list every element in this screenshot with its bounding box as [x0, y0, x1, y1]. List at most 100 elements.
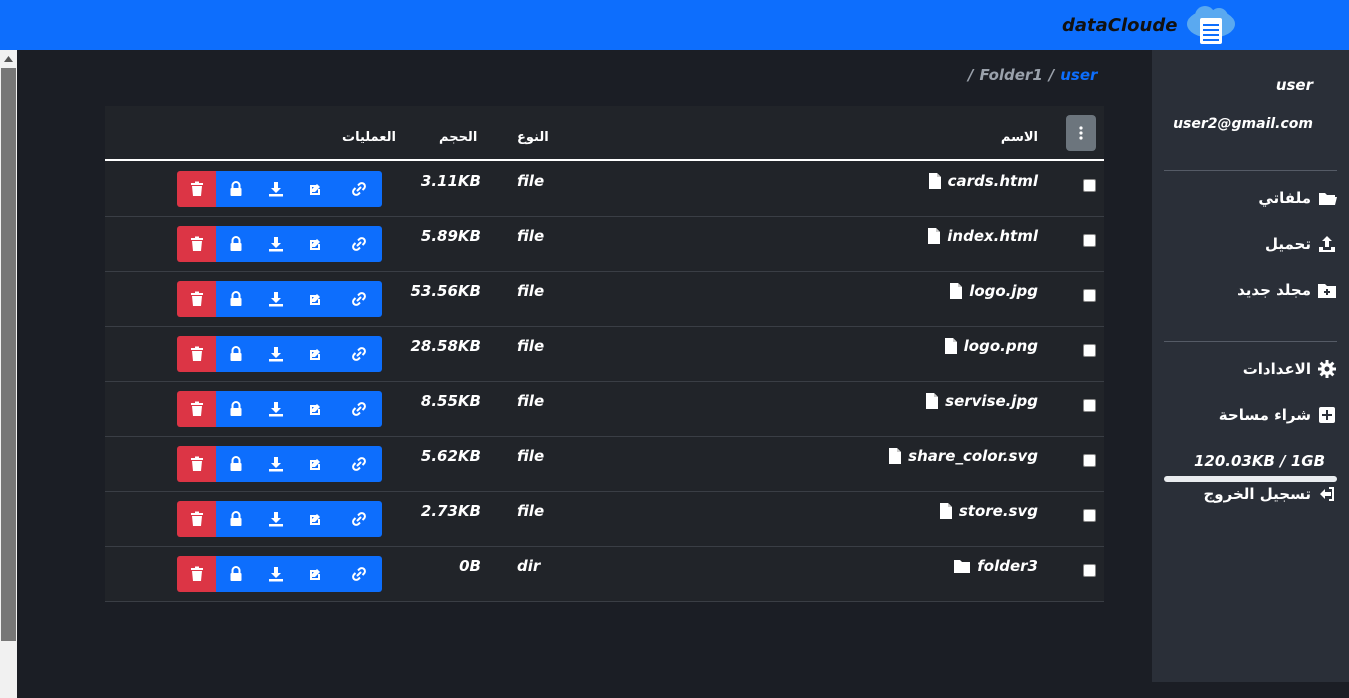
rename-button[interactable]: [296, 501, 336, 537]
lock-button[interactable]: [216, 281, 256, 317]
scroll-thumb[interactable]: [1, 68, 16, 641]
share-link-button[interactable]: [336, 556, 382, 592]
rename-button[interactable]: [296, 171, 336, 207]
delete-button[interactable]: [177, 556, 216, 592]
delete-button[interactable]: [177, 226, 216, 262]
download-button[interactable]: [256, 336, 296, 372]
file-name-cell[interactable]: store.svg: [939, 502, 1038, 520]
edit-icon: [310, 459, 320, 470]
file-type: file: [517, 447, 545, 465]
rename-button[interactable]: [296, 391, 336, 427]
file-name-cell[interactable]: folder3: [953, 557, 1038, 575]
lock-icon: [230, 236, 242, 251]
brand-name[interactable]: dataCloude: [1062, 15, 1177, 36]
row-operations: [177, 281, 382, 317]
link-icon: [352, 237, 366, 251]
row-checkbox[interactable]: [1083, 454, 1096, 467]
sidebar-item-label: تسجيل الخروج: [1203, 485, 1312, 503]
download-button[interactable]: [256, 391, 296, 427]
scrollbar[interactable]: [0, 50, 17, 698]
share-link-button[interactable]: [336, 446, 382, 482]
sidebar-item-my-files[interactable]: ملفاتي: [1258, 188, 1337, 208]
lock-button[interactable]: [216, 501, 256, 537]
row-checkbox[interactable]: [1083, 234, 1096, 247]
row-checkbox[interactable]: [1083, 509, 1096, 522]
file-name-cell[interactable]: share_color.svg: [888, 447, 1038, 465]
file-size: 5.89KB: [420, 227, 481, 245]
file-name-cell[interactable]: cards.html: [928, 172, 1038, 190]
lock-button[interactable]: [216, 391, 256, 427]
file-type: file: [517, 337, 545, 355]
trash-icon: [190, 566, 203, 581]
row-checkbox[interactable]: [1083, 399, 1096, 412]
download-button[interactable]: [256, 226, 296, 262]
link-icon: [352, 292, 366, 306]
breadcrumb-folder1[interactable]: Folder1: [979, 66, 1042, 84]
download-button[interactable]: [256, 501, 296, 537]
scroll-up-arrow-icon[interactable]: [0, 50, 17, 67]
sidebar-item-buy-space[interactable]: شراء مساحة: [1219, 405, 1337, 425]
header-name: الاسم: [1000, 130, 1038, 145]
table-row: logo.jpg file 53.56KB: [105, 272, 1104, 327]
file-name[interactable]: logo.jpg: [969, 282, 1038, 300]
sidebar-item-settings[interactable]: الاعدادات: [1243, 359, 1337, 379]
link-icon: [352, 347, 366, 361]
breadcrumb-user[interactable]: user: [1060, 66, 1097, 84]
row-checkbox[interactable]: [1083, 344, 1096, 357]
download-button[interactable]: [256, 171, 296, 207]
row-checkbox[interactable]: [1083, 564, 1096, 577]
file-name[interactable]: share_color.svg: [908, 447, 1038, 465]
rename-button[interactable]: [296, 446, 336, 482]
sidebar-item-logout[interactable]: تسجيل الخروج: [1204, 484, 1338, 504]
sidebar-item-new-folder[interactable]: مجلد جديد: [1237, 280, 1337, 300]
download-button[interactable]: [256, 446, 296, 482]
row-checkbox[interactable]: [1083, 179, 1096, 192]
file-name-cell[interactable]: logo.png: [944, 337, 1038, 355]
file-icon: [928, 173, 941, 189]
download-button[interactable]: [256, 281, 296, 317]
share-link-button[interactable]: [336, 171, 382, 207]
sidebar-item-upload[interactable]: تحميل: [1265, 234, 1337, 254]
row-operations: [177, 171, 382, 207]
share-link-button[interactable]: [336, 281, 382, 317]
rename-button[interactable]: [296, 226, 336, 262]
delete-button[interactable]: [177, 171, 216, 207]
row-checkbox[interactable]: [1083, 289, 1096, 302]
table-menu-button[interactable]: [1066, 115, 1096, 151]
file-name[interactable]: index.html: [947, 227, 1038, 245]
rename-button[interactable]: [296, 336, 336, 372]
share-link-button[interactable]: [336, 336, 382, 372]
file-name[interactable]: folder3: [977, 557, 1038, 575]
file-name-cell[interactable]: servise.jpg: [925, 392, 1038, 410]
share-link-button[interactable]: [336, 501, 382, 537]
share-link-button[interactable]: [336, 226, 382, 262]
delete-button[interactable]: [177, 501, 216, 537]
download-button[interactable]: [256, 556, 296, 592]
file-name-cell[interactable]: logo.jpg: [949, 282, 1038, 300]
file-name-cell[interactable]: index.html: [927, 227, 1038, 245]
lock-icon: [230, 511, 242, 526]
file-name[interactable]: logo.png: [964, 337, 1038, 355]
share-link-button[interactable]: [336, 391, 382, 427]
file-name[interactable]: store.svg: [959, 502, 1038, 520]
lock-button[interactable]: [216, 556, 256, 592]
lock-button[interactable]: [216, 226, 256, 262]
logout-icon: [1320, 487, 1334, 501]
top-navbar: dataCloude: [0, 0, 1349, 50]
file-name[interactable]: cards.html: [948, 172, 1038, 190]
rename-button[interactable]: [296, 556, 336, 592]
trash-icon: [190, 456, 203, 471]
lock-button[interactable]: [216, 336, 256, 372]
rename-button[interactable]: [296, 281, 336, 317]
delete-button[interactable]: [177, 391, 216, 427]
brand[interactable]: dataCloude: [1062, 4, 1237, 46]
delete-button[interactable]: [177, 281, 216, 317]
lock-button[interactable]: [216, 171, 256, 207]
lock-icon: [230, 401, 242, 416]
sidebar-username: user: [1275, 76, 1313, 94]
delete-button[interactable]: [177, 336, 216, 372]
file-name[interactable]: servise.jpg: [945, 392, 1038, 410]
link-icon: [352, 457, 366, 471]
lock-button[interactable]: [216, 446, 256, 482]
delete-button[interactable]: [177, 446, 216, 482]
